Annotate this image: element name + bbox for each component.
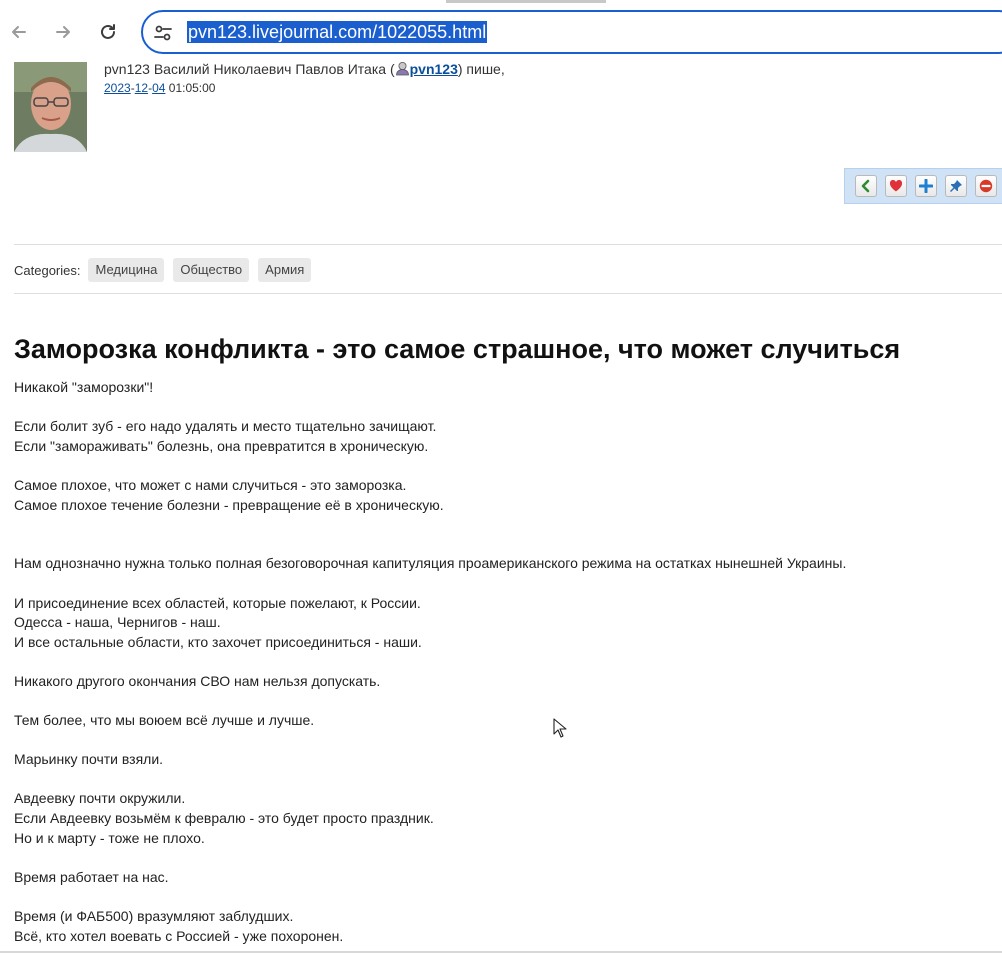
post-paragraph: Марьинку почти взяли. [14,751,164,768]
forward-button[interactable] [48,17,78,47]
category-tag-medicine[interactable]: Медицина [88,258,165,282]
post-date: 2023-12-04 01:05:00 [104,81,215,95]
mouse-cursor-icon [553,718,567,738]
post-paragraph: Тем более, что мы воюем всё лучше и лучш… [14,712,315,729]
minus-circle-icon [979,179,993,193]
browser-toolbar: pvn123.livejournal.com/1022055.html [0,0,1002,62]
post-paragraph: Всё, кто хотел воевать с Россией - уже п… [14,927,344,944]
divider [14,244,1002,245]
post-paragraph: И все остальные области, кто захочет при… [14,633,422,650]
page-content: pvn123 Василий Николаевич Павлов Итака (… [0,62,1002,953]
like-button[interactable] [885,175,907,197]
divider [14,293,1002,294]
post-paragraph: Если болит зуб - его надо удалять и мест… [14,418,437,435]
heart-icon [889,179,903,192]
post-paragraph: Но и к марту - тоже не плохо. [14,829,205,846]
category-tag-army[interactable]: Армия [258,258,312,282]
post-paragraph: И присоединение всех областей, которые п… [14,594,421,611]
categories-label: Categories: [14,262,81,278]
post-paragraph: Если Авдеевку возьмём к февралю - это бу… [14,810,434,827]
post-paragraph: Самое плохое, что может с нами случиться… [14,476,407,493]
username-link[interactable]: pvn123 [410,62,458,77]
post-paragraph: Время (и ФАБ500) вразумляют заблудших. [14,908,294,925]
post-paragraph: Авдеевку почти окружили. [14,790,186,807]
tune-icon[interactable] [153,23,173,43]
date-day-link[interactable]: 04 [152,81,165,95]
url-text[interactable]: pvn123.livejournal.com/1022055.html [187,21,488,43]
date-year-link[interactable]: 2023 [104,81,131,95]
author-name: pvn123 Василий Николаевич Павлов Итака ( [104,62,395,77]
tab-strip-edge [446,0,606,3]
post-title: Заморозка конфликта - это самое страшное… [14,334,901,364]
pin-button[interactable] [945,175,967,197]
post-paragraph: Нам однозначно нужна только полная безог… [14,555,847,572]
author-suffix: ) пише, [457,62,505,77]
arrow-left-icon [12,26,26,38]
post-time: 01:05:00 [168,81,216,95]
category-tag-society[interactable]: Общество [173,258,250,282]
user-head-icon[interactable] [395,62,410,76]
address-bar[interactable]: pvn123.livejournal.com/1022055.html [141,10,1002,54]
add-to-memories-button[interactable] [915,175,937,197]
back-button[interactable] [4,17,34,47]
plus-icon [919,179,933,193]
post-paragraph: Никакой "заморозки"! [14,379,154,395]
prev-entry-button[interactable] [855,175,877,197]
entry-actions-panel [844,168,1002,204]
block-button[interactable] [975,175,997,197]
post-paragraph: Время работает на нас. [14,868,169,885]
arrow-right-icon [56,26,70,38]
post-body: Никакой "заморозки"! Если болит зуб - ег… [14,378,994,946]
pin-icon [950,180,962,192]
post-paragraph: Если "замораживать" болезнь, она преврат… [14,437,429,454]
date-month-link[interactable]: 12 [135,81,148,95]
post-author-line: pvn123 Василий Николаевич Павлов Итака (… [104,62,505,77]
post-paragraph: Одесса - наша, Чернигов - наш. [14,614,221,631]
reload-button[interactable] [93,17,123,47]
categories-bar: Categories: Медицина Общество Армия [14,258,320,282]
reload-icon [101,24,115,39]
author-avatar[interactable] [14,62,87,152]
post-paragraph: Никакого другого окончания СВО нам нельз… [14,672,381,689]
post-paragraph: Самое плохое течение болезни - превращен… [14,496,444,513]
chevron-left-icon [861,179,870,193]
